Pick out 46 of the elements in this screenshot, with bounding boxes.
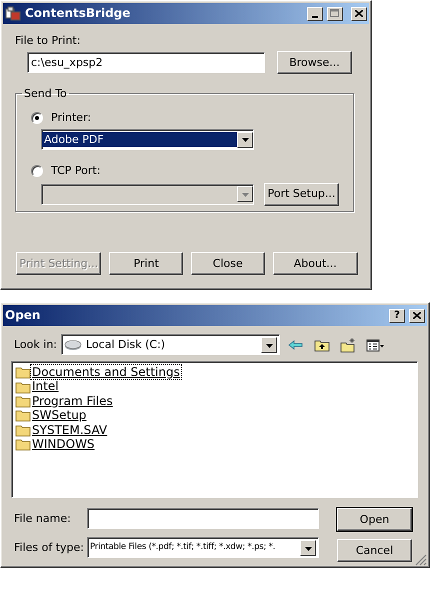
- open-button[interactable]: Open: [337, 508, 412, 531]
- close-button[interactable]: [351, 6, 367, 20]
- radio-label: Printer:: [51, 111, 92, 124]
- folder-icon: [15, 422, 31, 437]
- file-name-field[interactable]: [87, 508, 319, 529]
- folder-name[interactable]: Intel: [31, 379, 60, 394]
- group-title: Send To: [23, 88, 68, 100]
- action-button[interactable]: Print: [109, 252, 183, 276]
- field-label: File name:: [14, 512, 72, 526]
- look-in-dropdown[interactable]: Local Disk (C:): [61, 334, 280, 355]
- action-button[interactable]: About...: [272, 252, 358, 276]
- folder-name[interactable]: SWSetup: [31, 408, 88, 423]
- minimize-button[interactable]: [307, 6, 323, 20]
- close-icon[interactable]: [413, 312, 421, 319]
- folder-name[interactable]: WINDOWS: [31, 436, 96, 452]
- action-button[interactable]: Close: [191, 252, 265, 276]
- close-icon[interactable]: [355, 10, 363, 17]
- radio-button[interactable]: [31, 112, 43, 124]
- folder-name[interactable]: SYSTEM.SAV: [31, 422, 108, 437]
- folder-icon: [15, 380, 31, 394]
- cancel-button[interactable]: Cancel: [337, 539, 412, 562]
- folder-name[interactable]: Program Files: [31, 394, 114, 408]
- folder-icon: [15, 437, 31, 452]
- field-label: File to Print:: [15, 34, 80, 48]
- file-path-field[interactable]: c:\esu_xpsp2: [27, 52, 265, 74]
- file-type-dropdown[interactable]: Printable Files (*.pdf; *.tif; *.tiff; *.xdw; *.ps; *.: [87, 537, 319, 558]
- file-list[interactable]: Documents and Settings Intel Program Files SWSetup SYSTEM.SAV WINDOWS: [11, 361, 418, 498]
- view-menu-icon[interactable]: [366, 336, 384, 352]
- folder-icon: [15, 408, 31, 422]
- window-title: Open: [5, 308, 42, 323]
- field-label: Files of type:: [14, 540, 86, 554]
- window-title: ContentsBridge: [25, 6, 132, 21]
- printer-dropdown[interactable]: Adobe PDF: [41, 129, 254, 150]
- field-label: Look in:: [14, 338, 57, 352]
- folder-icon: [15, 365, 31, 380]
- port-setup-button[interactable]: Port Setup...: [264, 182, 339, 206]
- folder-icon: [15, 394, 31, 408]
- disk-icon: [64, 338, 82, 350]
- close-button[interactable]: [409, 308, 425, 322]
- folder-name[interactable]: Documents and Settings: [31, 365, 181, 380]
- help-button[interactable]: ?: [389, 308, 405, 322]
- browse-button[interactable]: Browse...: [277, 51, 352, 74]
- resize-grip-icon[interactable]: [415, 554, 427, 566]
- app-icon: [5, 6, 21, 22]
- radio-label: TCP Port:: [51, 164, 100, 178]
- maximize-button[interactable]: [327, 6, 343, 20]
